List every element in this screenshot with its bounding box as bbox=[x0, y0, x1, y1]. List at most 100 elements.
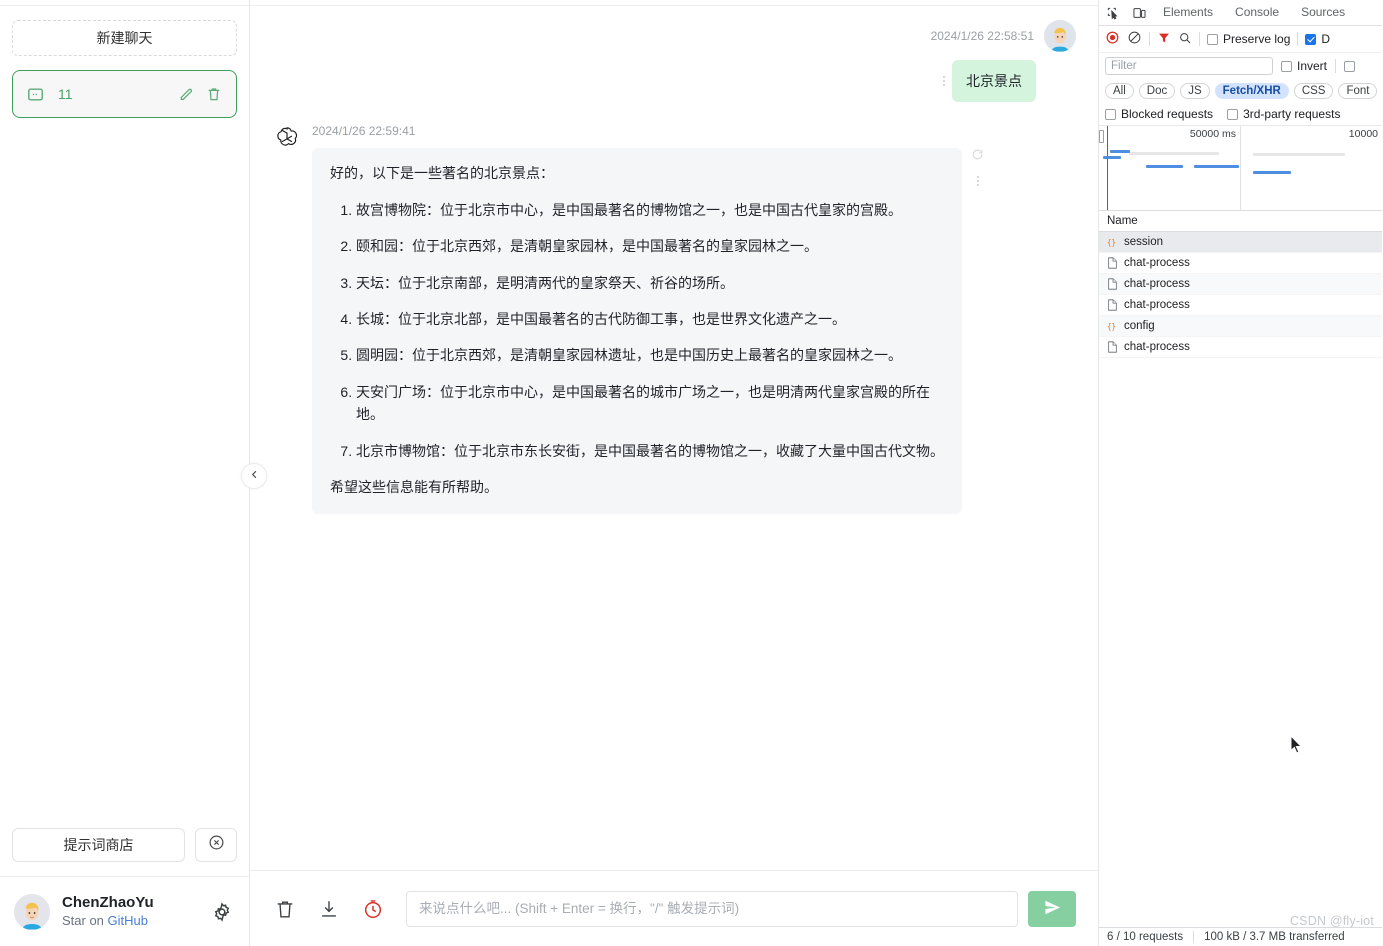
chat-input-toolbar bbox=[250, 870, 1098, 946]
third-party-requests-label: 3rd-party requests bbox=[1243, 107, 1340, 121]
checkbox-box bbox=[1105, 109, 1116, 120]
overview-pane-right[interactable]: 10000 bbox=[1241, 126, 1382, 210]
overview-bar bbox=[1110, 150, 1130, 153]
list-item: 北京市博物馆：位于北京市东长安街，是中国最著名的博物馆之一，收藏了大量中国古代文… bbox=[356, 440, 944, 462]
message-list[interactable]: 2024/1/26 22:58:51 bbox=[250, 6, 1098, 870]
github-link[interactable]: GitHub bbox=[108, 913, 148, 928]
message-timestamp: 2024/1/26 22:59:41 bbox=[312, 124, 415, 138]
send-icon bbox=[1043, 898, 1062, 920]
message-column-user: 2024/1/26 22:58:51 bbox=[931, 20, 1076, 102]
type-pill-doc[interactable]: Doc bbox=[1139, 83, 1175, 99]
type-pill-all[interactable]: All bbox=[1105, 83, 1134, 99]
request-name: chat-process bbox=[1124, 257, 1190, 269]
network-status-bar: 6 / 10 requests 100 kB / 3.7 MB transfer… bbox=[1099, 927, 1382, 946]
overview-label-right: 10000 bbox=[1349, 128, 1378, 140]
checkbox-box bbox=[1281, 61, 1292, 72]
clear-conversations-button[interactable] bbox=[195, 828, 237, 862]
list-item: 圆明园：位于北京西郊，是清朝皇家园林遗址，也是中国历史上最著名的皇家园林之一。 bbox=[356, 344, 944, 366]
message-bubble-line-user: 北京景点 bbox=[936, 60, 1076, 102]
filter-divider bbox=[1335, 59, 1336, 73]
sidebar-spacer bbox=[0, 118, 249, 828]
trash-icon[interactable] bbox=[206, 86, 222, 102]
checkbox-box bbox=[1227, 109, 1238, 120]
sidebar-actions: 提示词商店 bbox=[0, 828, 249, 876]
toolbar-divider bbox=[1297, 32, 1298, 46]
type-pill-js[interactable]: JS bbox=[1180, 83, 1209, 99]
hide-data-urls-checkbox[interactable] bbox=[1344, 61, 1355, 72]
inspect-icon[interactable] bbox=[1103, 4, 1123, 22]
message-header-user: 2024/1/26 22:58:51 bbox=[931, 20, 1076, 52]
checkbox-box bbox=[1344, 61, 1355, 72]
pencil-icon[interactable] bbox=[178, 86, 194, 102]
trash-icon[interactable] bbox=[274, 898, 296, 920]
record-stop-icon[interactable] bbox=[1105, 30, 1120, 48]
sidebar-collapse-button[interactable] bbox=[241, 463, 267, 489]
refresh-icon[interactable] bbox=[971, 148, 984, 166]
type-pill-fetch-xhr[interactable]: Fetch/XHR bbox=[1215, 83, 1289, 99]
download-icon[interactable] bbox=[318, 898, 340, 920]
network-overview[interactable]: 50000 ms 10000 bbox=[1099, 126, 1382, 211]
request-name: chat-process bbox=[1124, 278, 1190, 290]
invert-checkbox[interactable]: Invert bbox=[1281, 59, 1327, 73]
network-table-header: Name bbox=[1099, 211, 1382, 232]
type-pill-css[interactable]: CSS bbox=[1294, 83, 1334, 99]
table-row[interactable]: chat-process bbox=[1099, 337, 1382, 358]
clear-circle-icon bbox=[208, 834, 225, 856]
table-row[interactable]: chat-process bbox=[1099, 253, 1382, 274]
doc-icon bbox=[1106, 257, 1118, 270]
funnel-icon[interactable] bbox=[1157, 31, 1171, 48]
message-header-assistant: 2024/1/26 22:59:41 bbox=[312, 124, 984, 138]
network-request-list[interactable]: {} session chat-process chat-process bbox=[1099, 232, 1382, 946]
svg-text:{}: {} bbox=[1107, 322, 1116, 331]
overview-pane-left[interactable]: 50000 ms bbox=[1099, 126, 1241, 210]
tab-sources[interactable]: Sources bbox=[1293, 0, 1353, 25]
table-row[interactable]: chat-process bbox=[1099, 295, 1382, 316]
tab-console[interactable]: Console bbox=[1227, 0, 1287, 25]
table-row[interactable]: chat-process bbox=[1099, 274, 1382, 295]
openai-logo-icon bbox=[272, 124, 302, 154]
tab-elements[interactable]: Elements bbox=[1155, 0, 1221, 25]
assistant-actions bbox=[962, 148, 984, 194]
json-icon: {} bbox=[1106, 236, 1118, 249]
new-chat-button[interactable]: 新建聊天 bbox=[12, 20, 237, 56]
overview-scroll-handle[interactable] bbox=[1099, 130, 1104, 143]
json-icon: {} bbox=[1106, 320, 1118, 333]
status-transferred: 100 kB / 3.7 MB transferred bbox=[1204, 931, 1345, 943]
toolbar-divider bbox=[1199, 32, 1200, 46]
overview-label-left: 50000 ms bbox=[1190, 128, 1236, 140]
list-item: 天坛：位于北京南部，是明清两代的皇家祭天、祈谷的场所。 bbox=[356, 272, 944, 294]
blocked-requests-label: Blocked requests bbox=[1121, 107, 1213, 121]
user-name: ChenZhaoYu bbox=[62, 893, 211, 912]
chat-input[interactable] bbox=[406, 891, 1018, 927]
sidebar-top-divider bbox=[0, 0, 249, 6]
table-row[interactable]: {} config bbox=[1099, 316, 1382, 337]
prompt-store-button[interactable]: 提示词商店 bbox=[12, 828, 185, 862]
conversation-item[interactable]: 11 bbox=[12, 70, 237, 118]
more-vertical-icon[interactable] bbox=[977, 176, 979, 186]
third-party-requests-checkbox[interactable]: 3rd-party requests bbox=[1227, 107, 1340, 121]
user-profile[interactable]: ChenZhaoYu Star on GitHub bbox=[0, 876, 249, 946]
overview-bar bbox=[1129, 152, 1219, 155]
devtools-panel: Elements Console Sources bbox=[1099, 0, 1382, 946]
device-toolbar-icon[interactable] bbox=[1129, 4, 1149, 22]
more-vertical-icon[interactable] bbox=[936, 76, 952, 86]
clear-icon[interactable] bbox=[1127, 30, 1142, 48]
table-row[interactable]: {} session bbox=[1099, 232, 1382, 253]
search-icon[interactable] bbox=[1178, 31, 1192, 48]
network-filter-input[interactable] bbox=[1105, 57, 1273, 75]
preserve-log-checkbox[interactable]: Preserve log bbox=[1207, 32, 1290, 46]
type-pill-font[interactable]: Font bbox=[1338, 83, 1377, 99]
blocked-requests-checkbox[interactable]: Blocked requests bbox=[1105, 107, 1213, 121]
send-button[interactable] bbox=[1028, 891, 1076, 927]
disable-cache-checkbox[interactable]: D bbox=[1305, 32, 1330, 46]
devtools-tabbar: Elements Console Sources bbox=[1099, 0, 1382, 26]
overview-bar bbox=[1146, 165, 1183, 168]
gear-icon[interactable] bbox=[211, 901, 233, 923]
overview-marker bbox=[1107, 126, 1108, 210]
message-timestamp: 2024/1/26 22:58:51 bbox=[931, 29, 1034, 43]
invert-label: Invert bbox=[1297, 59, 1327, 73]
user-avatar bbox=[1044, 20, 1076, 52]
app-root: 新建聊天 11 bbox=[0, 0, 1383, 946]
clock-stop-icon[interactable] bbox=[362, 898, 384, 920]
overview-bar bbox=[1103, 156, 1121, 159]
